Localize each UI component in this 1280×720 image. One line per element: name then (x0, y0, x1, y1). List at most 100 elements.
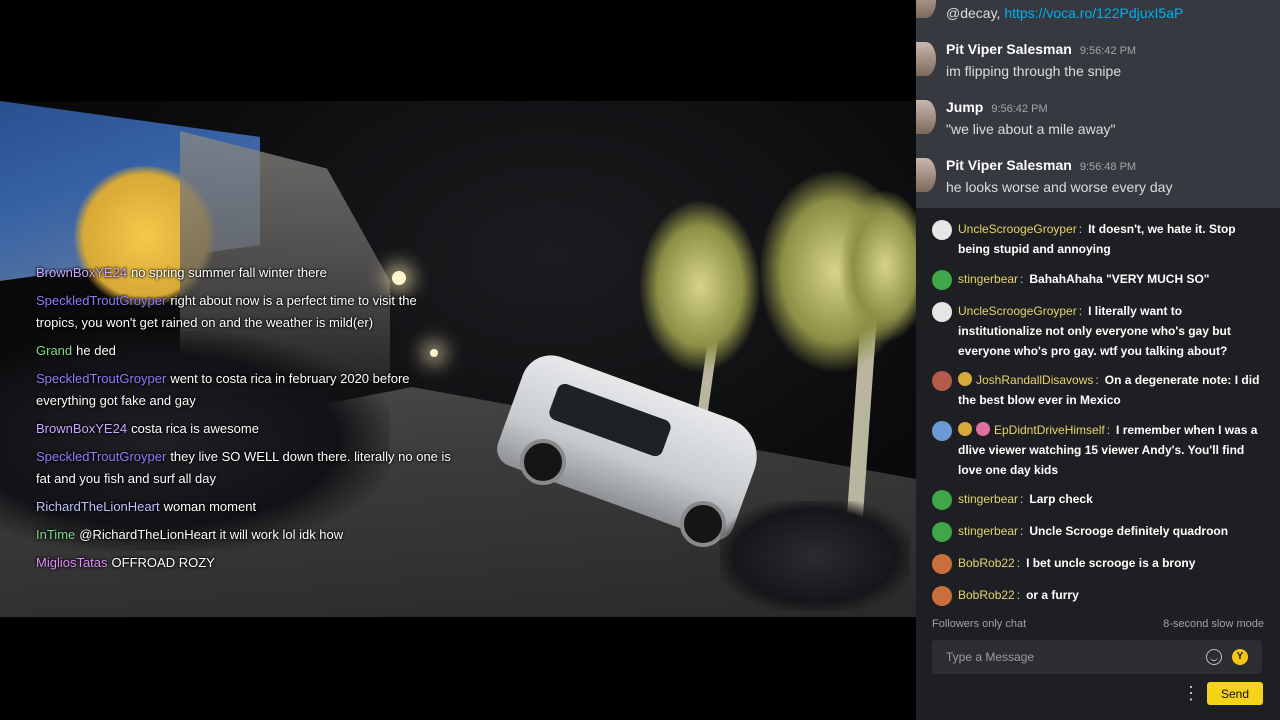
separator: : (1016, 588, 1021, 602)
live-chat-user[interactable]: stingerbear (958, 492, 1018, 506)
overlay-chat-message: BrownBoxYE24 costa rica is awesome (36, 418, 456, 440)
live-chat-user[interactable]: EpDidntDriveHimself (994, 423, 1105, 437)
live-chat-text: or a furry (1026, 588, 1079, 602)
overlay-chat-message: SpeckledTroutGroyper right about now is a… (36, 290, 456, 334)
overlay-chat-message: RichardTheLionHeart woman moment (36, 496, 456, 518)
video-scene-wheel (520, 439, 566, 485)
avatar[interactable] (916, 100, 936, 134)
discord-chat-panel: @decay, https://voca.ro/122PdjuxI5aP Pit… (916, 0, 1280, 208)
live-chat-text: Uncle Scrooge definitely quadroon (1029, 524, 1229, 538)
live-chat-user[interactable]: BobRob22 (958, 556, 1015, 570)
chat-message-text: "we live about a mile away" (946, 121, 1116, 137)
live-chat-user[interactable]: stingerbear (958, 524, 1018, 538)
avatar[interactable] (932, 586, 952, 606)
chat-message-text: @decay, https://voca.ro/122PdjuxI5aP (946, 5, 1183, 21)
live-chat-message: stingerbear: BahahAhaha "VERY MUCH SO" (930, 269, 1266, 290)
overlay-chat-text: costa rica is awesome (131, 421, 259, 436)
overlay-chat-text: woman moment (163, 499, 257, 514)
overlay-chat-user: BrownBoxYE24 (36, 421, 128, 436)
avatar[interactable] (932, 270, 952, 290)
live-chat-user[interactable]: BobRob22 (958, 588, 1015, 602)
live-chat-message: UncleScroogeGroyper: I literally want to … (930, 301, 1266, 361)
avatar[interactable] (932, 220, 952, 240)
message-author[interactable]: Jump 9:56:42 PM (946, 99, 1048, 115)
live-chat-message: stingerbear: Larp check (930, 489, 1266, 510)
overlay-chat-message: BrownBoxYE24 no spring summer fall winter… (36, 262, 456, 284)
separator: : (1020, 524, 1024, 538)
avatar[interactable] (932, 302, 952, 322)
video-scene-motorcycle (720, 501, 910, 611)
message-author[interactable]: Pit Viper Salesman 9:56:48 PM (946, 157, 1136, 173)
message-input[interactable] (932, 640, 1220, 674)
live-chat-message: BobRob22: I bet uncle scrooge is a brony (930, 553, 1266, 574)
avatar[interactable] (916, 158, 936, 192)
send-button[interactable]: Send (1207, 682, 1263, 705)
more-options-icon[interactable]: ⋮ (1182, 684, 1200, 702)
live-chat-message: BobRob22: or a furry (930, 585, 1266, 606)
live-chat-message: stingerbear: Uncle Scrooge definitely qua… (930, 521, 1266, 542)
overlay-chat-user: BrownBoxYE24 (36, 265, 128, 280)
overlay-chat-user: InTime (36, 527, 76, 542)
overlay-chat-text: @RichardTheLionHeart it will work lol id… (79, 527, 344, 542)
overlay-chat-message: InTime @RichardTheLionHeart it will work … (36, 524, 456, 546)
live-chat-user[interactable]: JoshRandallDisavows (976, 373, 1093, 387)
chat-message-text: he looks worse and worse every day (946, 179, 1173, 195)
rant-icon[interactable]: Y (1232, 649, 1248, 665)
live-chat-user[interactable]: stingerbear (958, 272, 1018, 286)
subscriber-badge-icon (958, 372, 972, 386)
avatar[interactable] (932, 371, 952, 391)
overlay-chat-user: MigliosTatas (36, 555, 108, 570)
supporter-badge-icon (976, 422, 990, 436)
overlay-chat-text: OFFROAD ROZY (111, 555, 215, 570)
live-chat-text: I bet uncle scrooge is a brony (1026, 556, 1196, 570)
live-chat-user[interactable]: UncleScroogeGroyper (958, 304, 1077, 318)
live-chat-user[interactable]: UncleScroogeGroyper (958, 222, 1077, 236)
overlay-chat-user: SpeckledTroutGroyper (36, 371, 167, 386)
live-chat-text: Larp check (1029, 492, 1093, 506)
live-chat-message: UncleScroogeGroyper: It doesn't, we hate … (930, 219, 1266, 259)
live-chat-text: BahahAhaha "VERY MUCH SO" (1029, 272, 1210, 286)
avatar[interactable] (916, 42, 936, 76)
separator: : (1016, 556, 1021, 570)
overlay-chat-text: he ded (76, 343, 116, 358)
overlay-chat-message: Grand he ded (36, 340, 456, 362)
live-chat-list[interactable]: UncleScroogeGroyper: It doesn't, we hate … (916, 208, 1280, 614)
message-link[interactable]: https://voca.ro/122PdjuxI5aP (1004, 5, 1183, 21)
message-author[interactable]: Pit Viper Salesman 9:56:42 PM (946, 41, 1136, 57)
avatar[interactable] (932, 421, 952, 441)
message-timestamp: 9:56:48 PM (1079, 161, 1137, 173)
emoji-icon[interactable] (1206, 649, 1222, 665)
separator: : (1078, 222, 1083, 236)
subscriber-badge-icon (958, 422, 972, 436)
chat-message-text: im flipping through the snipe (946, 63, 1122, 79)
message-timestamp: 9:56:42 PM (1079, 45, 1137, 57)
separator: : (1095, 373, 1099, 387)
video-scene-palm (640, 201, 760, 371)
overlay-chat-text: no spring summer fall winter there (131, 265, 327, 280)
overlay-chat-user: RichardTheLionHeart (36, 499, 160, 514)
live-chat-message: EpDidntDriveHimself: I remember when I wa… (930, 420, 1266, 480)
mention-text: @decay, (946, 5, 1005, 21)
overlay-chat-message: MigliosTatas OFFROAD ROZY (36, 552, 456, 574)
separator: : (1078, 304, 1083, 318)
separator: : (1106, 423, 1111, 437)
chat-mode-bar: Followers only chat 8-second slow mode (932, 618, 1264, 630)
avatar[interactable] (932, 554, 952, 574)
overlay-chat-message: SpeckledTroutGroyper went to costa rica i… (36, 368, 456, 412)
slow-mode-label: 8-second slow mode (1163, 618, 1264, 630)
overlay-chat-user: SpeckledTroutGroyper (36, 293, 167, 308)
avatar[interactable] (932, 522, 952, 542)
overlay-chat-user: SpeckledTroutGroyper (36, 449, 167, 464)
overlay-chat-message: SpeckledTroutGroyper they live SO WELL do… (36, 446, 456, 490)
live-chat-message: JoshRandallDisavows: On a degenerate note… (930, 370, 1266, 410)
avatar (916, 0, 936, 18)
followers-only-label: Followers only chat (932, 618, 1027, 630)
overlay-chat-user: Grand (36, 343, 73, 358)
message-composer: Y (932, 640, 1262, 674)
message-timestamp: 9:56:42 PM (991, 103, 1048, 115)
avatar[interactable] (932, 490, 952, 510)
separator: : (1020, 272, 1024, 286)
video-overlay-chat: BrownBoxYE24 no spring summer fall winter… (36, 262, 456, 580)
video-scene-palm (840, 191, 916, 341)
separator: : (1020, 492, 1024, 506)
